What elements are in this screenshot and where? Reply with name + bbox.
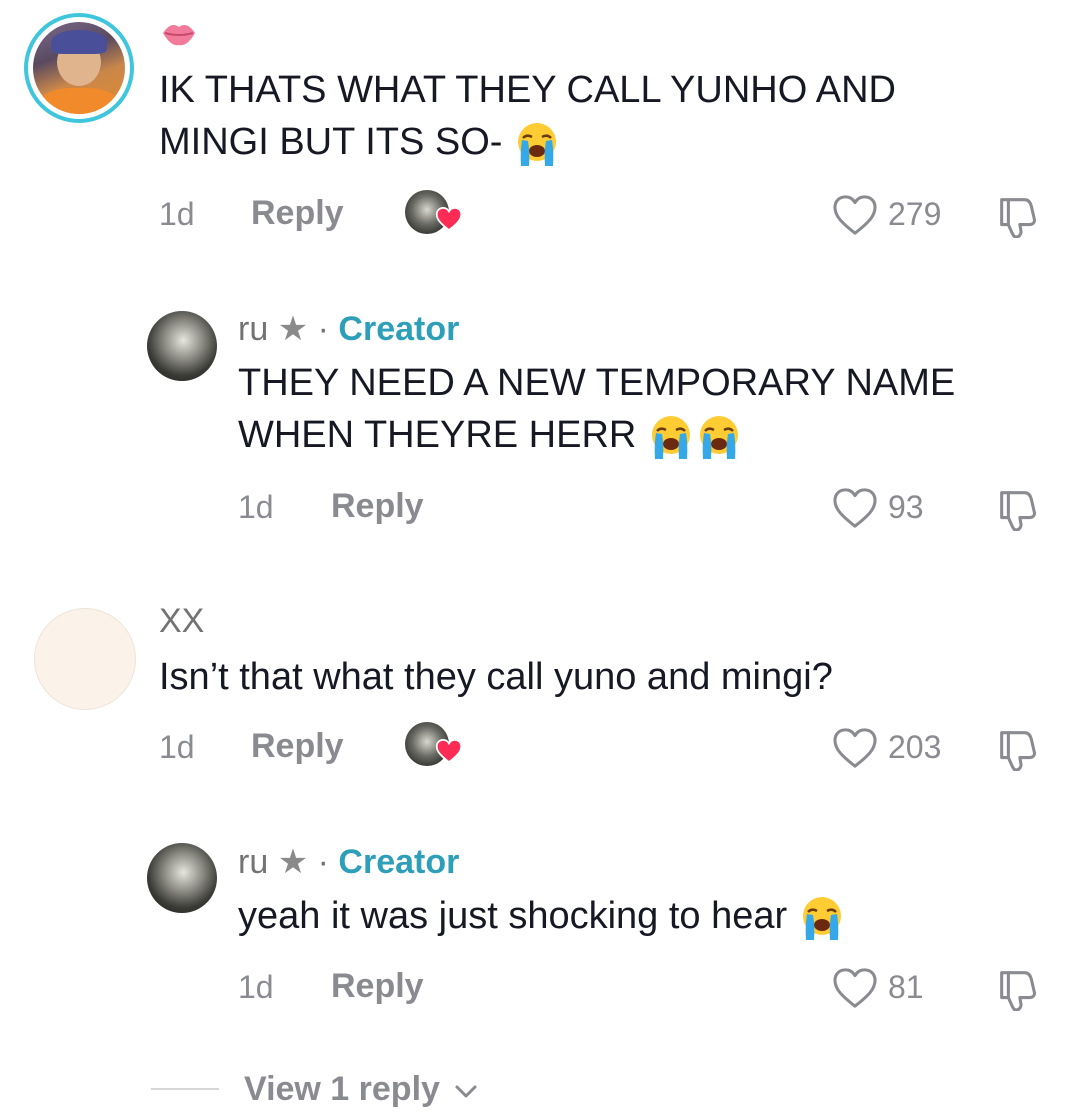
username[interactable]: ru ★ · Creator <box>238 842 459 882</box>
dislike-icon[interactable] <box>994 725 1040 771</box>
like-heart-icon[interactable] <box>832 727 878 769</box>
comment-line: yeah it was just shocking to hear <box>238 895 788 937</box>
like-heart-icon[interactable] <box>832 194 878 236</box>
red-heart-icon <box>435 207 463 232</box>
reply-button[interactable]: Reply <box>251 194 344 233</box>
like-count: 93 <box>888 489 924 525</box>
star-icon: ★ <box>277 843 309 881</box>
kiss-lips-icon <box>160 14 198 52</box>
dislike-icon[interactable] <box>994 485 1040 531</box>
username-text: ru <box>238 310 269 348</box>
reply-button[interactable]: Reply <box>251 727 344 766</box>
creator-badge: Creator <box>338 310 460 348</box>
view-replies-button[interactable]: View 1 reply <box>244 1070 479 1109</box>
comment-line: THEY NEED A NEW TEMPORARY NAME <box>238 362 956 404</box>
comment-line: IK THATS WHAT THEY CALL YUNHO AND <box>159 69 896 111</box>
reply-button[interactable]: Reply <box>331 487 424 526</box>
comment-time: 1d <box>159 729 195 765</box>
creator-avatar[interactable] <box>147 843 217 913</box>
comment-time: 1d <box>238 489 274 525</box>
like-count: 81 <box>888 969 924 1005</box>
crying-face-icon <box>513 120 561 168</box>
crying-face-icon <box>695 413 743 461</box>
username-text: ru <box>238 843 269 881</box>
dislike-icon[interactable] <box>994 965 1040 1011</box>
replies-divider <box>151 1088 219 1090</box>
reply-button[interactable]: Reply <box>331 967 424 1006</box>
comment-line: MINGI BUT ITS SO- <box>159 121 503 163</box>
crying-face-icon <box>798 894 846 942</box>
commenter-avatar[interactable] <box>24 13 134 123</box>
creator-liked-badge <box>405 720 463 770</box>
star-icon: ★ <box>277 310 309 348</box>
like-heart-icon[interactable] <box>832 487 878 529</box>
dislike-icon[interactable] <box>994 192 1040 238</box>
comment-time: 1d <box>159 196 195 232</box>
username[interactable]: XX <box>159 602 204 641</box>
separator: · <box>317 843 329 881</box>
commenter-avatar[interactable] <box>34 608 136 710</box>
like-heart-icon[interactable] <box>832 967 878 1009</box>
username-text: XX <box>159 602 205 640</box>
creator-avatar[interactable] <box>147 311 217 381</box>
comment-time: 1d <box>238 969 274 1005</box>
separator: · <box>317 310 329 348</box>
crying-face-icon <box>647 413 695 461</box>
red-heart-icon <box>435 739 463 764</box>
creator-badge: Creator <box>338 843 460 881</box>
comment-text: Isn’t that what they call yuno and mingi… <box>159 651 833 703</box>
comment-line: Isn’t that what they call yuno and mingi… <box>159 656 833 698</box>
chevron-down-icon <box>455 1085 477 1098</box>
creator-liked-badge <box>405 188 463 238</box>
comment-text: THEY NEED A NEW TEMPORARY NAME WHEN THEY… <box>238 357 955 461</box>
comment-text: yeah it was just shocking to hear <box>238 890 846 942</box>
username[interactable]: ru ★ · Creator <box>238 309 459 349</box>
view-replies-label: View 1 reply <box>244 1070 440 1108</box>
like-count: 203 <box>888 729 942 765</box>
like-count: 279 <box>888 196 942 232</box>
comment-text: IK THATS WHAT THEY CALL YUNHO AND MINGI … <box>159 64 896 168</box>
comment-line: WHEN THEYRE HERR <box>238 414 637 456</box>
